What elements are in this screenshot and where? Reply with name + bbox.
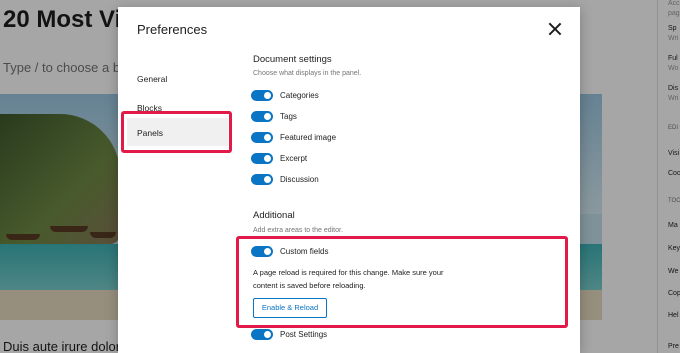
toggle-label: Discussion <box>280 175 319 184</box>
toggle-knob <box>264 92 271 99</box>
toggle-knob <box>264 134 271 141</box>
categories-toggle[interactable] <box>251 90 273 101</box>
nav-item-general[interactable]: General <box>127 64 228 92</box>
enable-reload-button[interactable]: Enable & Reload <box>253 298 327 318</box>
nav-item-label: General <box>137 74 168 84</box>
nav-item-label: Blocks <box>137 103 163 113</box>
featured-image-toggle[interactable] <box>251 132 273 143</box>
toggle-knob <box>264 248 271 255</box>
section-subtitle: Add extra areas to the editor. <box>253 227 343 234</box>
toggle-label: Excerpt <box>280 154 308 163</box>
toggle-knob <box>264 113 271 120</box>
tags-toggle[interactable] <box>251 111 273 122</box>
section-title-document-settings: Document settings <box>253 54 332 65</box>
nav-item-label: Panels <box>137 128 163 138</box>
modal-title: Preferences <box>137 22 208 37</box>
toggle-label: Post Settings <box>280 330 328 339</box>
excerpt-toggle[interactable] <box>251 153 273 164</box>
preferences-modal: Preferences General Blocks Panels Docume… <box>118 7 580 353</box>
nav-item-panels[interactable]: Panels <box>127 118 228 146</box>
custom-fields-toggle[interactable] <box>251 246 273 257</box>
section-subtitle: Choose what displays in the panel. <box>253 70 362 77</box>
toggle-label: Categories <box>280 91 319 100</box>
toggle-label: Custom fields <box>280 247 329 256</box>
toggle-label: Featured image <box>280 133 337 142</box>
post-settings-toggle[interactable] <box>251 329 273 340</box>
discussion-toggle[interactable] <box>251 174 273 185</box>
section-title-additional: Additional <box>253 210 295 221</box>
toggle-label: Tags <box>280 112 297 121</box>
nav-item-blocks[interactable]: Blocks <box>127 93 228 121</box>
toggle-knob <box>264 176 271 183</box>
toggle-knob <box>264 331 271 338</box>
reload-notice: A page reload is required for this chang… <box>253 268 444 290</box>
toggle-knob <box>264 155 271 162</box>
close-icon[interactable] <box>546 20 564 38</box>
